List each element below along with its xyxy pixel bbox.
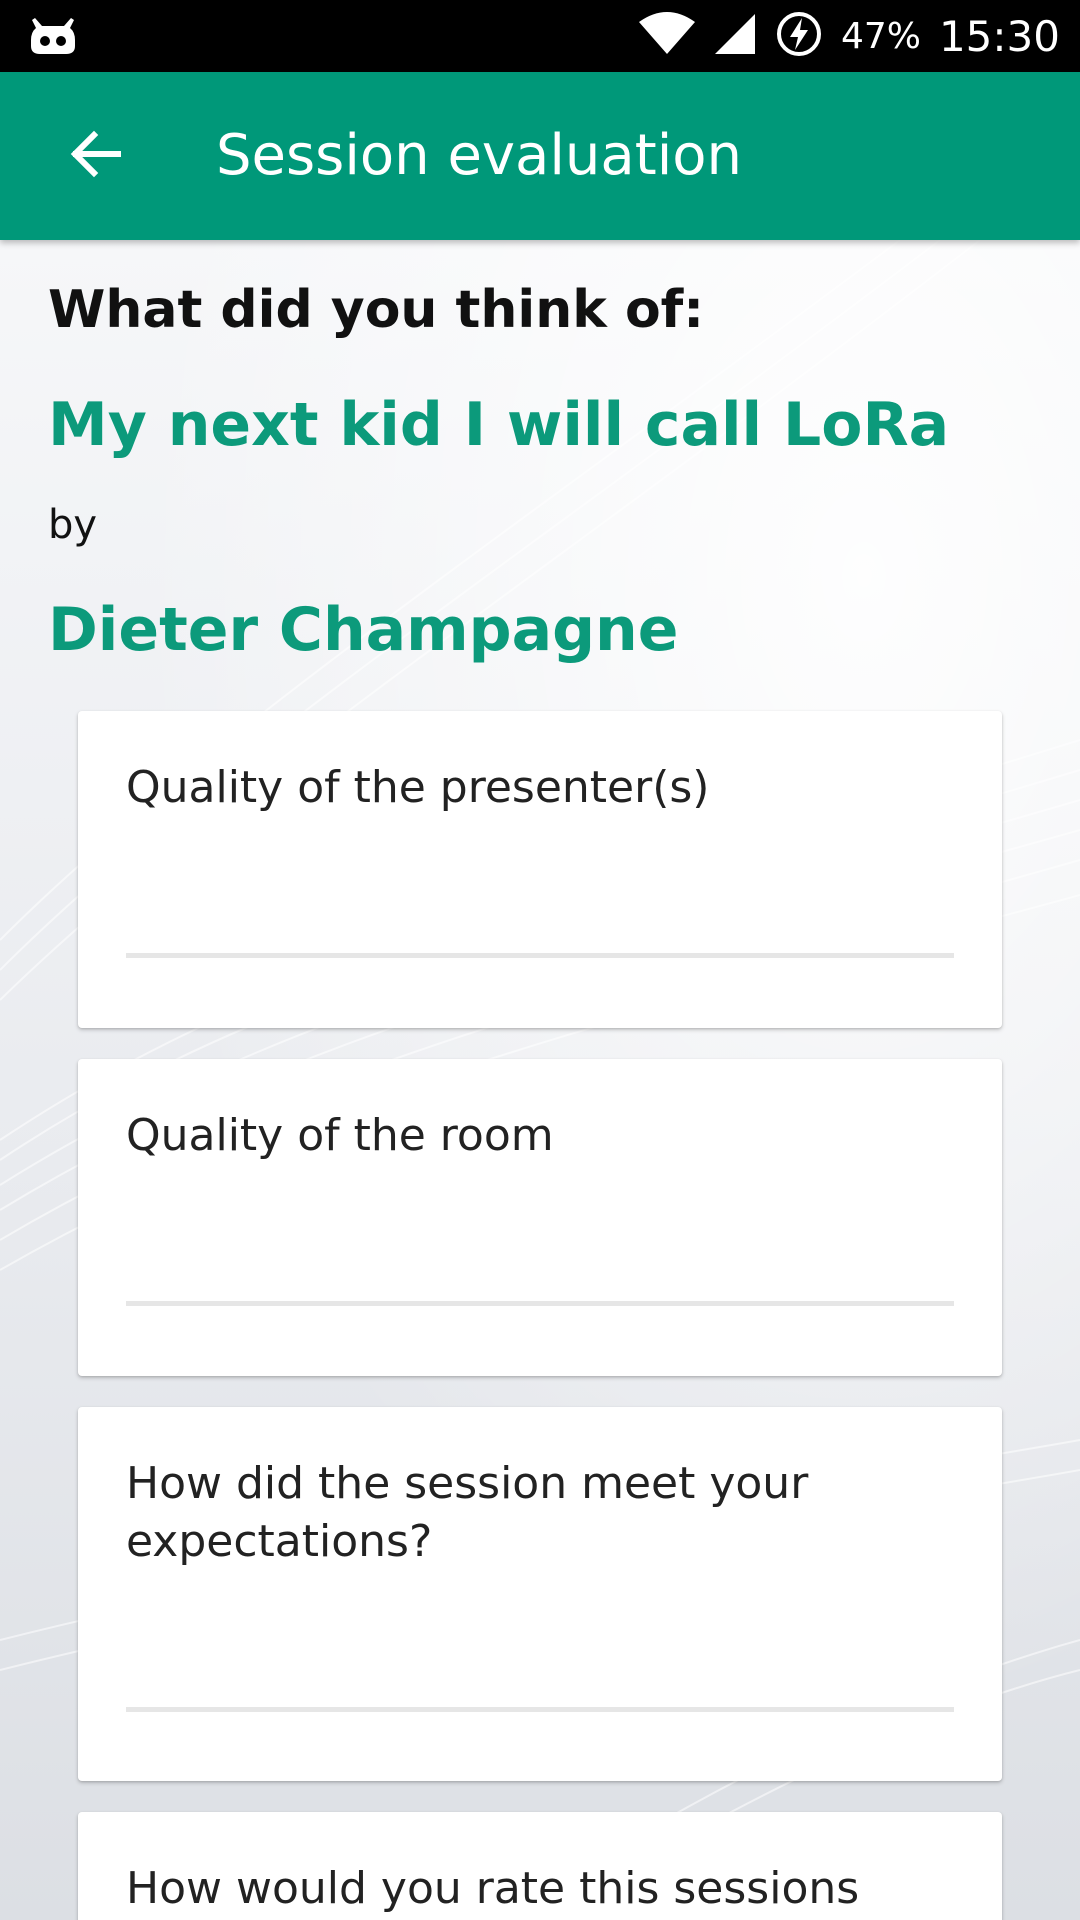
arrow-back-icon — [68, 126, 124, 186]
back-button[interactable] — [48, 108, 144, 204]
speaker-name: Dieter Champagne — [48, 595, 679, 665]
question-label: How did the session meet your expectatio… — [126, 1458, 809, 1567]
rating-input-line[interactable] — [126, 953, 954, 958]
status-bar: 47% 15:30 — [0, 0, 1080, 72]
question-card[interactable]: How would you rate this sessions — [78, 1812, 1002, 1920]
intro-heading: What did you think of: — [48, 280, 705, 340]
page-title: Session evaluation — [216, 123, 743, 188]
rating-input-line[interactable] — [126, 1301, 954, 1306]
app-bar: Session evaluation — [0, 72, 1080, 240]
evaluation-content: What did you think of: My next kid I wil… — [0, 240, 1080, 1920]
session-title: My next kid I will call LoRa — [48, 390, 950, 460]
by-label: by — [48, 502, 98, 548]
cell-signal-icon — [713, 12, 757, 60]
wifi-icon — [638, 12, 695, 60]
question-label: How would you rate this sessions — [126, 1863, 860, 1914]
battery-charging-icon — [775, 10, 823, 62]
question-card[interactable]: Quality of the presenter(s) — [78, 711, 1002, 1028]
question-card[interactable]: How did the session meet your expectatio… — [78, 1407, 1002, 1781]
cyanogen-mod-icon — [30, 16, 76, 60]
battery-percent: 47% — [840, 15, 921, 57]
rating-input-line[interactable] — [126, 1707, 954, 1712]
clock: 15:30 — [938, 11, 1060, 61]
question-card[interactable]: Quality of the room — [78, 1059, 1002, 1376]
question-label: Quality of the room — [126, 1110, 554, 1161]
question-label: Quality of the presenter(s) — [126, 762, 710, 813]
